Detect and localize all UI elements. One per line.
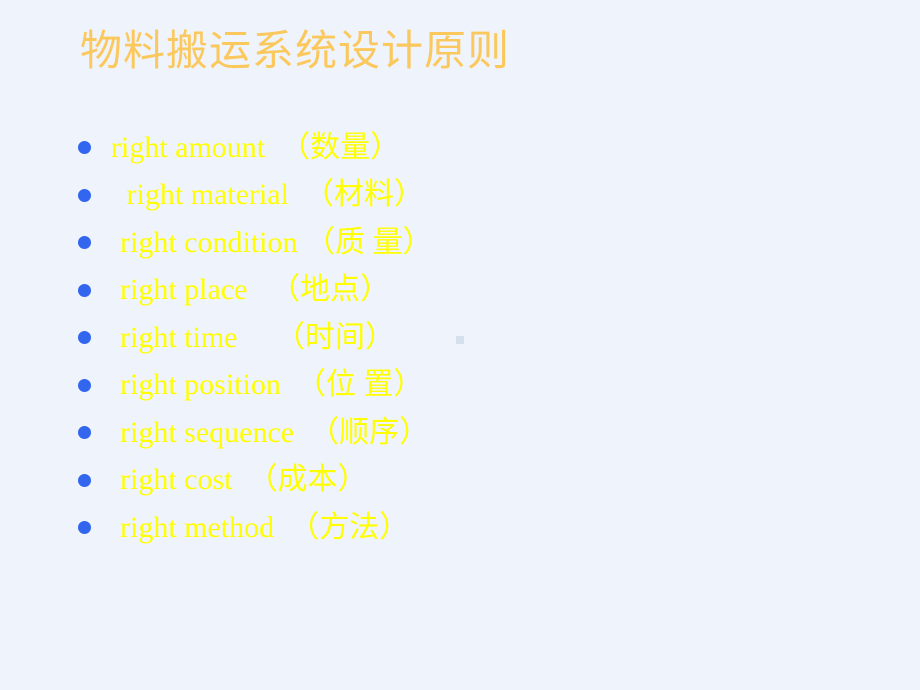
list-item-label: right amount （数量） xyxy=(111,130,401,164)
bullet-icon xyxy=(78,426,91,440)
list-item: right place （地点） xyxy=(78,267,432,315)
page-title: 物料搬运系统设计原则 xyxy=(80,29,511,75)
list-item: right time （时间） xyxy=(78,314,432,362)
list-item-label: right cost （成本） xyxy=(120,463,368,497)
slide-canvas: 物料搬运系统设计原则 right amount （数量） right mater… xyxy=(0,0,920,690)
list-item-label: right place （地点） xyxy=(120,273,390,307)
bullet-icon xyxy=(78,331,91,345)
list-item: right sequence （顺序） xyxy=(78,409,432,457)
list-item-label: right sequence （顺序） xyxy=(120,415,430,449)
list-item-label: right position （位 置） xyxy=(120,368,424,402)
list-item: right cost （成本） xyxy=(78,457,432,505)
bullet-icon xyxy=(78,141,91,155)
list-item-label: right method （方法） xyxy=(120,510,410,544)
bullet-icon xyxy=(78,473,91,487)
list-item: right method （方法） xyxy=(78,504,432,552)
list-item: right position （位 置） xyxy=(78,362,432,410)
stray-square-artifact xyxy=(456,336,464,344)
list-item-label: right material （材料） xyxy=(119,178,424,212)
list-item-label: right time （时间） xyxy=(120,320,395,354)
list-item: right material （材料） xyxy=(78,172,432,220)
list-item-label: right condition （质 量） xyxy=(120,225,433,259)
bullet-icon xyxy=(78,521,91,535)
bullet-icon xyxy=(78,378,91,392)
list-item: right condition （质 量） xyxy=(78,219,432,267)
list-item: right amount （数量） xyxy=(78,124,432,172)
bullet-icon xyxy=(78,236,91,250)
bullet-icon xyxy=(78,188,91,202)
bullet-icon xyxy=(78,283,91,297)
principles-list: right amount （数量） right material （材料） ri… xyxy=(78,124,432,552)
